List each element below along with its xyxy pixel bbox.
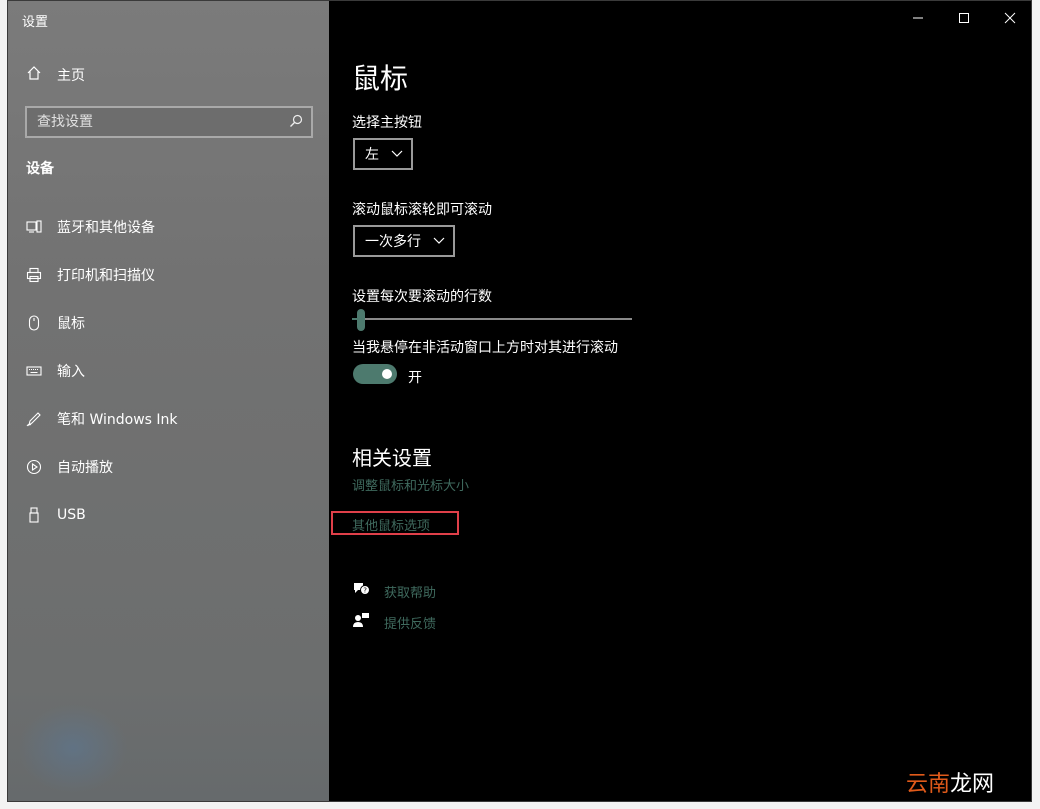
- inactive-scroll-toggle-text: 开: [408, 370, 422, 386]
- primary-button-value: 左: [365, 147, 379, 163]
- sidebar-item-bluetooth[interactable]: 蓝牙和其他设备: [8, 203, 329, 251]
- link-additional-mouse-options[interactable]: 其他鼠标选项: [352, 515, 430, 534]
- sidebar-item-pen[interactable]: 笔和 Windows Ink: [8, 395, 329, 443]
- chevron-down-icon: [391, 146, 403, 162]
- inactive-scroll-toggle[interactable]: [353, 364, 397, 384]
- usb-icon: [26, 507, 42, 523]
- close-icon: [1004, 12, 1016, 24]
- sidebar-home[interactable]: 主页: [26, 63, 85, 87]
- get-help-link[interactable]: ? 获取帮助: [352, 581, 436, 601]
- primary-button-dropdown[interactable]: 左: [353, 138, 413, 170]
- search-box[interactable]: [25, 106, 313, 138]
- wallpaper-blur: [18, 703, 128, 793]
- scroll-mode-dropdown[interactable]: 一次多行: [353, 225, 455, 257]
- inactive-scroll-label: 当我悬停在非活动窗口上方时对其进行滚动: [352, 340, 618, 356]
- sidebar-item-mouse[interactable]: 鼠标: [8, 299, 329, 347]
- sidebar-item-label: 笔和 Windows Ink: [57, 412, 178, 428]
- window-caption-buttons: [895, 1, 1031, 35]
- give-feedback-link[interactable]: 提供反馈: [352, 612, 436, 632]
- give-feedback-label: 提供反馈: [384, 616, 437, 632]
- main-content: 鼠标 选择主按钮 左 滚动鼠标滚轮即可滚动 一次多行 设置每次要滚动的行数 当我…: [329, 1, 1031, 801]
- sidebar-item-printers[interactable]: 打印机和扫描仪: [8, 251, 329, 299]
- section-title: 设备: [26, 161, 54, 177]
- sidebar-item-label: 打印机和扫描仪: [57, 268, 155, 284]
- settings-window: 设置 主页 设备 蓝牙和其他设备: [7, 0, 1032, 802]
- help-icon: ?: [352, 581, 370, 601]
- search-input[interactable]: [37, 114, 267, 130]
- primary-button-label: 选择主按钮: [352, 115, 422, 131]
- maximize-icon: [959, 13, 969, 23]
- lines-to-scroll-label: 设置每次要滚动的行数: [352, 289, 492, 305]
- sidebar-nav: 蓝牙和其他设备 打印机和扫描仪 鼠标 输入 笔和 Windows Ink 自动播…: [8, 203, 329, 539]
- chevron-down-icon: [433, 233, 445, 249]
- lines-slider-thumb[interactable]: [357, 309, 365, 331]
- pen-icon: [26, 411, 42, 427]
- watermark-part1: 云南: [906, 772, 951, 797]
- sidebar-item-label: USB: [57, 507, 86, 523]
- search-icon[interactable]: [289, 113, 303, 132]
- lines-slider-track[interactable]: [352, 318, 632, 320]
- sidebar-item-autoplay[interactable]: 自动播放: [8, 443, 329, 491]
- scroll-mode-label: 滚动鼠标滚轮即可滚动: [352, 202, 492, 218]
- printer-icon: [26, 267, 42, 283]
- watermark: 云南龙网: [906, 766, 994, 798]
- page-title: 鼠标: [352, 62, 409, 95]
- sidebar-item-label: 鼠标: [57, 316, 85, 332]
- keyboard-icon: [26, 363, 42, 379]
- sidebar-item-label: 蓝牙和其他设备: [57, 220, 155, 236]
- window-title: 设置: [22, 15, 49, 30]
- home-icon: [26, 65, 42, 85]
- link-cursor-size[interactable]: 调整鼠标和光标大小: [352, 475, 469, 494]
- minimize-button[interactable]: [895, 1, 941, 35]
- close-button[interactable]: [987, 1, 1031, 35]
- minimize-icon: [913, 17, 923, 19]
- feedback-icon: [352, 612, 370, 632]
- sidebar-item-label: 输入: [57, 364, 85, 380]
- mouse-icon: [26, 315, 42, 331]
- watermark-part2: 龙网: [950, 772, 995, 797]
- sidebar: 设置 主页 设备 蓝牙和其他设备: [8, 1, 329, 801]
- bluetooth-devices-icon: [26, 219, 42, 235]
- scroll-mode-value: 一次多行: [365, 234, 421, 250]
- maximize-button[interactable]: [941, 1, 987, 35]
- sidebar-item-label: 自动播放: [57, 460, 113, 476]
- svg-text:?: ?: [363, 587, 367, 595]
- toggle-knob: [382, 369, 392, 379]
- sidebar-item-typing[interactable]: 输入: [8, 347, 329, 395]
- autoplay-icon: [26, 459, 42, 475]
- sidebar-home-label: 主页: [57, 68, 85, 84]
- sidebar-item-usb[interactable]: USB: [8, 491, 329, 539]
- get-help-label: 获取帮助: [384, 585, 437, 601]
- related-settings-title: 相关设置: [352, 446, 432, 470]
